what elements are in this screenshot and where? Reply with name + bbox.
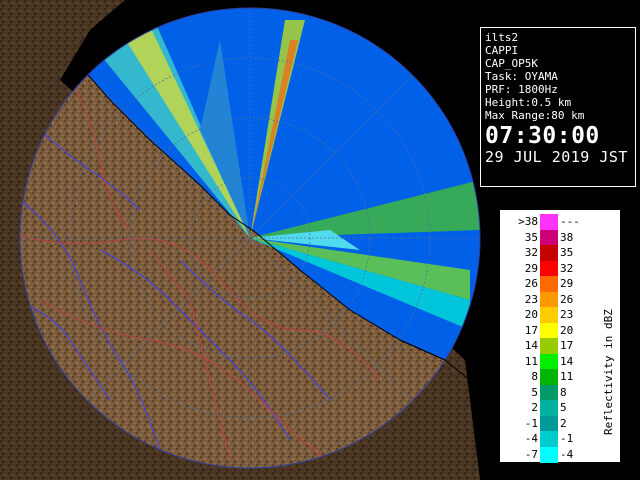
legend-lower-bound: 32 — [524, 246, 538, 259]
legend-title-text: Reflectivity in dBZ — [602, 309, 615, 435]
legend-upper-bound: 14 — [560, 354, 574, 368]
legend-color-swatch — [540, 415, 558, 432]
legend-lower-bound: -1 — [524, 416, 538, 430]
legend-lower-bound: 2 — [531, 401, 538, 414]
legend-row: -7 -4 — [500, 446, 600, 463]
info-height: Height:0.5 km — [485, 96, 572, 109]
legend-row: 35 38 — [500, 229, 600, 246]
legend-title: Reflectivity in dBZ — [602, 309, 615, 435]
legend-row: -4 -1 — [500, 431, 600, 447]
legend-color-swatch — [540, 214, 558, 230]
info-product-code: CAP_OP5K — [485, 57, 538, 70]
legend-row: 26 29 — [500, 276, 600, 292]
observation-time: 07:30:00 — [485, 123, 600, 149]
legend-upper-bound: 29 — [560, 277, 574, 290]
info-prf: PRF: 1800Hz — [485, 83, 558, 96]
legend-lower-bound: >38 — [518, 215, 538, 228]
legend-color-swatch — [540, 260, 558, 277]
legend-row: 32 35 — [500, 245, 600, 261]
legend-color-swatch — [540, 384, 558, 401]
legend-lower-bound: 23 — [524, 292, 538, 306]
legend-upper-bound: 17 — [560, 339, 574, 352]
legend-lower-bound: 26 — [524, 277, 538, 290]
legend-color-swatch — [540, 400, 558, 416]
legend-upper-bound: 2 — [560, 416, 567, 430]
legend-lower-bound: 8 — [531, 370, 538, 383]
observation-date: 29 JUL 2019 JST — [485, 148, 628, 166]
legend-color-swatch — [540, 245, 558, 261]
legend-color-swatch — [540, 369, 558, 385]
legend-upper-bound: 23 — [560, 308, 574, 321]
legend-lower-bound: 35 — [524, 230, 538, 244]
legend-upper-bound: 8 — [560, 385, 567, 399]
legend-upper-bound: 5 — [560, 401, 567, 414]
legend-upper-bound: 32 — [560, 261, 574, 275]
legend-color-swatch — [540, 307, 558, 323]
legend-row: 23 26 — [500, 291, 600, 308]
radar-screen: ilts2 CAPPI CAP_OP5K Task: OYAMA PRF: 18… — [0, 0, 640, 480]
legend-row: 8 11 — [500, 369, 600, 385]
legend-lower-bound: 11 — [524, 354, 538, 368]
info-panel: ilts2 CAPPI CAP_OP5K Task: OYAMA PRF: 18… — [480, 27, 636, 187]
legend-upper-bound: 11 — [560, 370, 574, 383]
legend-lower-bound: 29 — [524, 261, 538, 275]
legend-row: 11 14 — [500, 353, 600, 370]
legend-upper-bound: -1 — [560, 432, 574, 445]
legend-color-swatch — [540, 446, 558, 463]
legend-upper-bound: 20 — [560, 323, 574, 337]
legend-row: 29 32 — [500, 260, 600, 277]
legend-color-swatch — [540, 338, 558, 354]
legend-color-swatch — [540, 353, 558, 370]
legend-lower-bound: 5 — [531, 385, 538, 399]
legend-row: >38 --- — [500, 214, 600, 230]
legend-row: 20 23 — [500, 307, 600, 323]
legend-row: 14 17 — [500, 338, 600, 354]
legend-upper-bound: 35 — [560, 246, 574, 259]
info-radar-id: ilts2 — [485, 31, 519, 44]
info-product: CAPPI — [485, 44, 519, 57]
legend-row: 17 20 — [500, 322, 600, 339]
legend-color-swatch — [540, 229, 558, 246]
info-task: Task: OYAMA — [485, 70, 558, 83]
legend-upper-bound: 26 — [560, 292, 574, 306]
reflectivity-legend: >38 --- 35 38 32 35 29 32 26 29 23 26 20 23 17 20 14 17 11… — [500, 210, 620, 463]
legend-upper-bound: 38 — [560, 230, 574, 244]
legend-lower-bound: -7 — [524, 447, 538, 461]
legend-color-swatch — [540, 291, 558, 308]
legend-color-swatch — [540, 431, 558, 447]
legend-color-swatch — [540, 322, 558, 339]
legend-lower-bound: -4 — [524, 432, 538, 445]
legend-lower-bound: 20 — [524, 308, 538, 321]
legend-lower-bound: 17 — [524, 323, 538, 337]
legend-row: 25 — [500, 400, 600, 416]
legend-upper-bound: --- — [560, 215, 580, 228]
legend-row: 58 — [500, 384, 600, 401]
legend-row: -1 2 — [500, 415, 600, 432]
legend-color-swatch — [540, 276, 558, 292]
legend-upper-bound: -4 — [560, 447, 574, 461]
info-max-range: Max Range:80 km — [485, 109, 585, 122]
legend-lower-bound: 14 — [524, 339, 538, 352]
